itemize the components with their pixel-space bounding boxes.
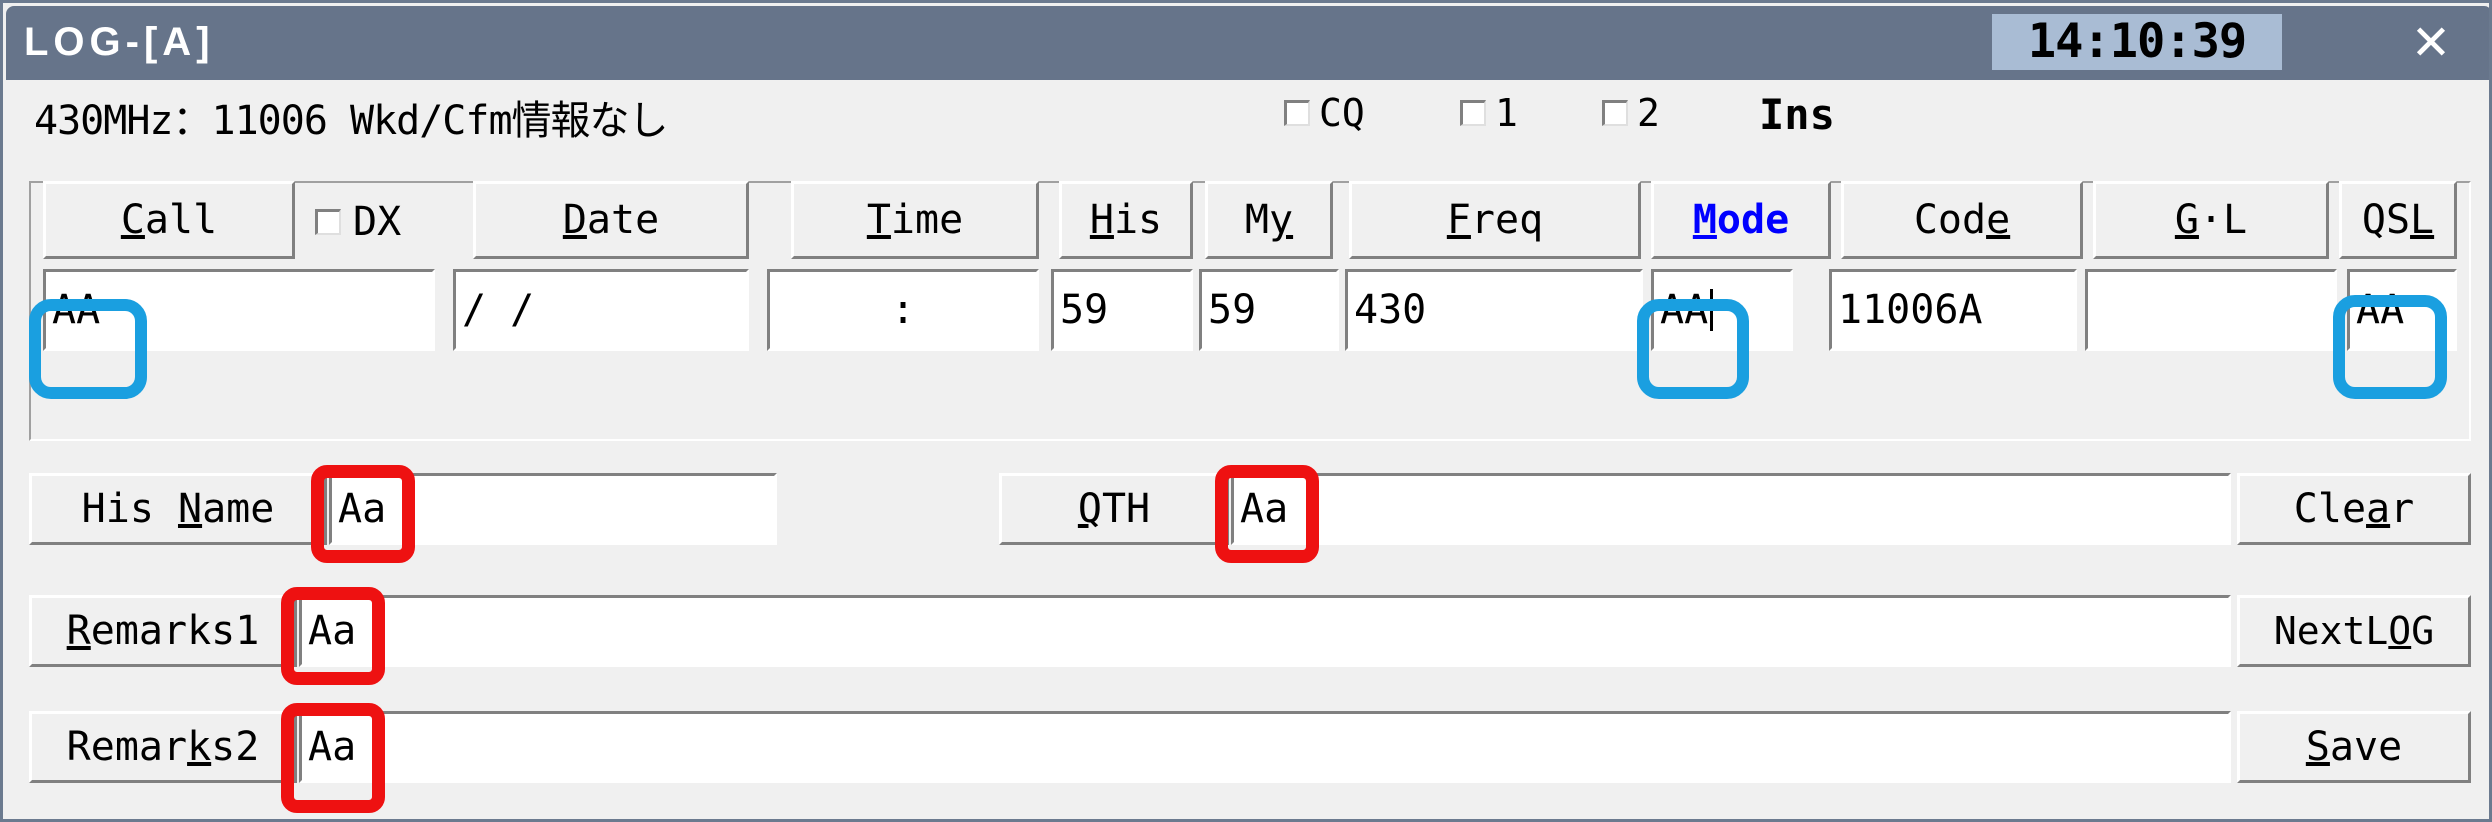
my-input[interactable]: 59: [1199, 269, 1339, 351]
remarks2-label-p1: Remar: [66, 724, 188, 770]
header-qsl-rest: QS: [2361, 197, 2411, 243]
clear-label-p1: Cle: [2293, 486, 2367, 532]
qth-accel: Q: [1077, 486, 1102, 532]
header-code-accel: e: [1986, 197, 2011, 243]
header-his-accel: H: [1089, 197, 1114, 243]
his-input[interactable]: 59: [1051, 269, 1193, 351]
band-info-label: 430MHz：11006 Wkd/Cfm情報なし: [34, 98, 669, 144]
header-freq-rest: req: [1470, 197, 1544, 243]
header-button-time[interactable]: Time: [791, 181, 1039, 259]
remarks1-label[interactable]: Remarks1: [29, 595, 297, 667]
header-my-accel: y: [1269, 197, 1294, 243]
code-input[interactable]: 11006A: [1829, 269, 2077, 351]
checkbox-1-box[interactable]: [1460, 100, 1486, 126]
header-button-call[interactable]: Call: [43, 181, 295, 259]
save-label-rest: ave: [2329, 724, 2403, 770]
save-button[interactable]: Save: [2237, 711, 2471, 783]
checkbox-2[interactable]: 2: [1602, 94, 1660, 132]
his-name-accel: N: [177, 486, 203, 532]
remarks1-accel: R: [66, 608, 91, 654]
header-button-qsl[interactable]: QS L: [2339, 181, 2457, 259]
header-button-his[interactable]: His: [1059, 181, 1193, 259]
checkbox-1-label: 1: [1495, 91, 1518, 135]
checkbox-1[interactable]: 1: [1460, 94, 1518, 132]
insert-mode-indicator: Ins: [1759, 90, 1835, 139]
checkbox-cq[interactable]: CQ: [1284, 94, 1365, 132]
header-qsl-accel: L: [2410, 197, 2435, 243]
his-name-label-part2: ame: [202, 486, 275, 532]
header-date-rest: ate: [586, 197, 660, 243]
qth-label-rest: TH: [1101, 486, 1151, 532]
header-call-accel: C: [120, 197, 145, 243]
clear-label-p2: r: [2390, 486, 2415, 532]
header-gl-rest: ·L: [2198, 197, 2248, 243]
clock-display: 14:10:39: [1992, 14, 2282, 70]
freq-input[interactable]: 430: [1345, 269, 1643, 351]
header-his-rest: is: [1113, 197, 1163, 243]
date-input[interactable]: / /: [453, 269, 749, 351]
time-input[interactable]: :: [767, 269, 1039, 351]
header-code-rest: Cod: [1913, 197, 1987, 243]
save-accel: S: [2305, 724, 2330, 770]
remarks1-row: Remarks1 Aa: [29, 595, 2471, 667]
header-button-date[interactable]: Date: [473, 181, 749, 259]
header-mode-rest: ode: [1716, 197, 1790, 243]
checkbox-2-label: 2: [1637, 91, 1660, 135]
clear-accel: a: [2366, 486, 2391, 532]
nextlog-button[interactable]: NextL O G: [2237, 595, 2471, 667]
remarks2-label[interactable]: Remar k s2: [29, 711, 297, 783]
his-name-label[interactable]: His Name: [29, 473, 327, 545]
header-gl-accel: G: [2174, 197, 2199, 243]
header-call-rest: all: [144, 197, 218, 243]
header-button-mode[interactable]: Mode: [1651, 181, 1831, 259]
info-bar: 430MHz：11006 Wkd/Cfm情報なし CQ 1 2 Ins: [6, 80, 2489, 150]
header-mode-accel: M: [1692, 197, 1717, 243]
qth-label[interactable]: Q TH: [999, 473, 1229, 545]
header-button-code[interactable]: Cod e: [1841, 181, 2083, 259]
his-name-label-part1: His: [81, 486, 178, 532]
remarks2-input[interactable]: Aa: [299, 711, 2231, 783]
nextlog-label-p2: G: [2411, 609, 2435, 653]
his-name-row: His Name Aa Q TH Aa: [29, 473, 2471, 545]
header-button-freq[interactable]: Freq: [1349, 181, 1641, 259]
header-button-my[interactable]: My: [1205, 181, 1333, 259]
checkbox-cq-box[interactable]: [1284, 100, 1310, 126]
text-caret: [1710, 289, 1714, 331]
qth-input[interactable]: Aa: [1231, 473, 2231, 545]
header-date-accel: D: [562, 197, 587, 243]
dx-checkbox-box[interactable]: [315, 209, 341, 235]
title-bar[interactable]: LOG-[A] 14:10:39 ✕: [6, 6, 2489, 80]
header-freq-accel: F: [1446, 197, 1471, 243]
dx-checkbox[interactable]: DX: [315, 199, 401, 245]
mode-input-value: AA: [1660, 287, 1709, 333]
header-button-gl[interactable]: G ·L: [2093, 181, 2329, 259]
header-my-rest: M: [1244, 197, 1269, 243]
header-time-rest: ime: [890, 197, 964, 243]
clear-button[interactable]: Cle a r: [2237, 473, 2471, 545]
remarks1-label-rest: emarks1: [90, 608, 260, 654]
nextlog-accel: O: [2388, 609, 2412, 653]
window-title: LOG-[A]: [24, 20, 215, 64]
nextlog-label-p1: NextL: [2273, 609, 2389, 653]
dx-checkbox-label: DX: [353, 199, 402, 245]
field-group: Call DX Date Time His My Freq M ode Cod …: [29, 181, 2471, 351]
checkbox-cq-label: CQ: [1319, 91, 1365, 135]
remarks2-accel: k: [187, 724, 212, 770]
gl-input[interactable]: [2085, 269, 2337, 351]
close-icon[interactable]: ✕: [2396, 14, 2466, 74]
his-name-input[interactable]: Aa: [329, 473, 777, 545]
call-input[interactable]: AA: [43, 269, 435, 351]
remarks2-label-p2: s2: [211, 724, 260, 770]
mode-input[interactable]: AA: [1651, 269, 1793, 351]
remarks2-row: Remar k s2 Aa: [29, 711, 2471, 783]
log-window: LOG-[A] 14:10:39 ✕ 430MHz：11006 Wkd/Cfm情…: [0, 0, 2492, 822]
header-time-accel: T: [866, 197, 891, 243]
checkbox-2-box[interactable]: [1602, 100, 1628, 126]
qsl-input[interactable]: AA: [2347, 269, 2457, 351]
remarks1-input[interactable]: Aa: [299, 595, 2231, 667]
